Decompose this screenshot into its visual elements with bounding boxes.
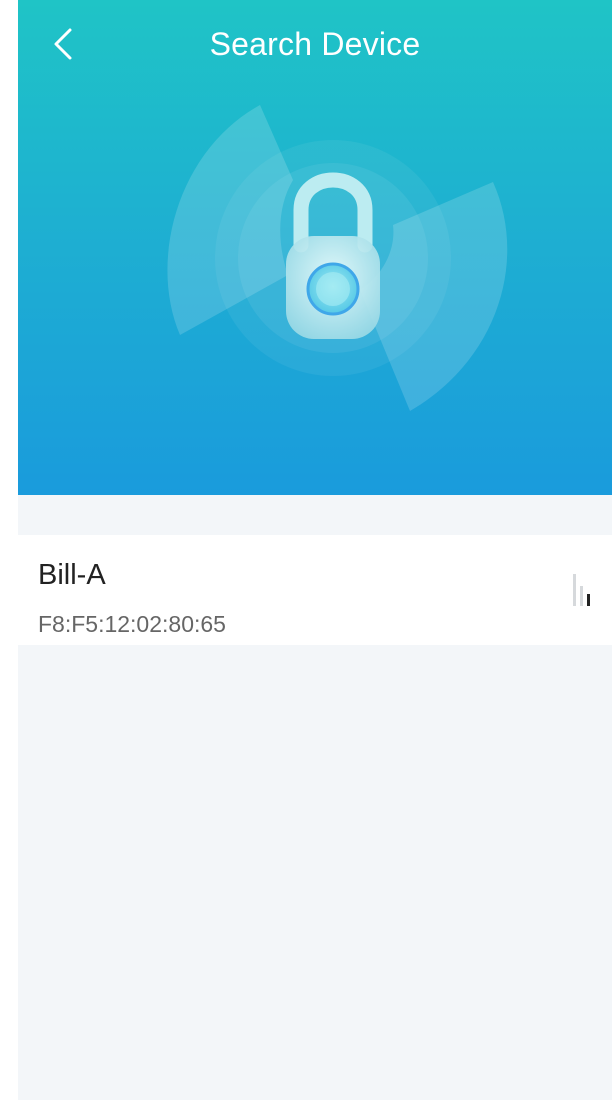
list-item[interactable]: Bill-A F8:F5:12:02:80:65	[18, 535, 612, 645]
signal-bar	[573, 574, 576, 606]
signal-bar	[580, 586, 583, 606]
signal-bar	[587, 594, 590, 606]
search-device-screen: Search Device Bill-A F8:F5:12:02:80:65	[18, 0, 612, 1100]
signal-strength-icon	[573, 574, 590, 606]
header-banner: Search Device	[18, 0, 612, 495]
bluetooth-padlock-icon	[167, 105, 508, 411]
page-title: Search Device	[209, 26, 421, 62]
device-mac-address: F8:F5:12:02:80:65	[38, 611, 226, 637]
device-name: Bill-A	[38, 559, 106, 591]
device-list: Bill-A F8:F5:12:02:80:65	[18, 535, 612, 645]
